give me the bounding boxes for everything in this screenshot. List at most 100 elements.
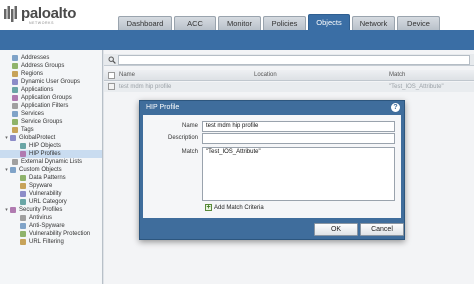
security-profile-icon bbox=[10, 207, 16, 213]
sidebar-item-label: HIP Objects bbox=[29, 143, 61, 149]
sidebar-item-label: Service Groups bbox=[21, 119, 63, 125]
brand-subtitle: NETWORKS bbox=[29, 21, 55, 25]
sidebar-item-hip-profiles[interactable]: HIP Profiles bbox=[0, 150, 102, 158]
sidebar-item-globalprotect[interactable]: ▾ GlobalProtect bbox=[0, 134, 102, 142]
application-icon bbox=[12, 87, 18, 93]
collapse-icon[interactable]: ▾ bbox=[4, 166, 9, 174]
table-row[interactable]: test mdm hip profile "Test_IOS_Attribute… bbox=[104, 82, 474, 92]
sidebar-item-security-profiles[interactable]: ▾ Security Profiles bbox=[0, 206, 102, 214]
name-field[interactable]: test mdm hip profile bbox=[202, 121, 395, 132]
data-pattern-icon bbox=[20, 175, 26, 181]
url-category-icon bbox=[20, 199, 26, 205]
sidebar-item-anti-spyware[interactable]: Anti-Spyware bbox=[0, 222, 102, 230]
sidebar-item-label: Vulnerability Protection bbox=[29, 231, 91, 237]
sidebar-item-label: URL Category bbox=[29, 199, 67, 205]
select-all-checkbox[interactable] bbox=[108, 72, 115, 79]
match-label: Match bbox=[181, 149, 198, 155]
collapse-icon[interactable]: ▾ bbox=[4, 134, 9, 142]
sidebar-item-url-filtering[interactable]: URL Filtering bbox=[0, 238, 102, 246]
sidebar-item-label: HIP Profiles bbox=[29, 151, 61, 157]
globalprotect-icon bbox=[10, 135, 16, 141]
sidebar-item-antivirus[interactable]: Antivirus bbox=[0, 214, 102, 222]
sidebar-item-label: Application Filters bbox=[21, 103, 69, 109]
sidebar-item-label: Antivirus bbox=[29, 215, 53, 221]
external-list-icon bbox=[12, 159, 18, 165]
tab-acc[interactable]: ACC bbox=[174, 16, 216, 30]
row-checkbox[interactable] bbox=[108, 83, 115, 90]
add-icon: + bbox=[205, 204, 212, 211]
spyware-icon bbox=[20, 183, 26, 189]
sidebar-item-applications[interactable]: Applications bbox=[0, 86, 102, 94]
row-name-cell[interactable]: test mdm hip profile bbox=[119, 84, 171, 90]
add-match-criteria-link[interactable]: + Add Match Criteria bbox=[205, 204, 264, 211]
tab-device[interactable]: Device bbox=[397, 16, 440, 30]
dialog-body: Name test mdm hip profile Description Ma… bbox=[143, 115, 401, 218]
address-icon bbox=[12, 55, 18, 61]
object-tree-sidebar: Addresses Address Groups Regions Dynamic Us… bbox=[0, 50, 103, 284]
sidebar-item-label: Security Profiles bbox=[19, 207, 63, 213]
sidebar-item-label: Application Groups bbox=[21, 95, 72, 101]
anti-spyware-icon bbox=[20, 223, 26, 229]
app-header: paloalto NETWORKS Dashboard ACC Monitor … bbox=[0, 0, 474, 30]
sidebar-item-application-filters[interactable]: Application Filters bbox=[0, 102, 102, 110]
sidebar-item-label: Data Patterns bbox=[29, 175, 66, 181]
sidebar-item-service-groups[interactable]: Service Groups bbox=[0, 118, 102, 126]
antivirus-icon bbox=[20, 215, 26, 221]
column-header-location[interactable]: Location bbox=[254, 72, 277, 78]
sidebar-item-label: Spyware bbox=[29, 183, 53, 189]
sidebar-item-label: Custom Objects bbox=[19, 167, 62, 173]
sidebar-item-label: External Dynamic Lists bbox=[21, 159, 83, 165]
paloalto-logo: paloalto NETWORKS bbox=[4, 4, 94, 26]
sidebar-item-label: Applications bbox=[21, 87, 54, 93]
cancel-button[interactable]: Cancel bbox=[360, 223, 404, 236]
service-group-icon bbox=[12, 119, 18, 125]
sidebar-item-label: GlobalProtect bbox=[19, 135, 56, 141]
sidebar-item-label: Vulnerability bbox=[29, 191, 62, 197]
description-field[interactable] bbox=[202, 133, 395, 144]
sidebar-item-label: URL Filtering bbox=[29, 239, 64, 245]
column-header-match[interactable]: Match bbox=[389, 72, 405, 78]
sidebar-item-services[interactable]: Services bbox=[0, 110, 102, 118]
sidebar-item-address-groups[interactable]: Address Groups bbox=[0, 62, 102, 70]
sidebar-item-label: Services bbox=[21, 111, 45, 117]
sidebar-item-addresses[interactable]: Addresses bbox=[0, 54, 102, 62]
sidebar-item-vulnerability-protection[interactable]: Vulnerability Protection bbox=[0, 230, 102, 238]
sidebar-item-data-patterns[interactable]: Data Patterns bbox=[0, 174, 102, 182]
tab-network[interactable]: Network bbox=[352, 16, 395, 30]
sidebar-item-label: Anti-Spyware bbox=[29, 223, 65, 229]
custom-object-icon bbox=[10, 167, 16, 173]
vulnerability-icon bbox=[20, 191, 26, 197]
main-tabs: Dashboard ACC Monitor Policies Objects N… bbox=[118, 14, 440, 30]
sidebar-item-custom-objects[interactable]: ▾ Custom Objects bbox=[0, 166, 102, 174]
sidebar-item-application-groups[interactable]: Application Groups bbox=[0, 94, 102, 102]
sidebar-item-vulnerability[interactable]: Vulnerability bbox=[0, 190, 102, 198]
description-label: Description bbox=[167, 135, 198, 141]
sidebar-item-tags[interactable]: Tags bbox=[0, 126, 102, 134]
address-group-icon bbox=[12, 63, 18, 69]
tab-dashboard[interactable]: Dashboard bbox=[118, 16, 172, 30]
ok-button[interactable]: OK bbox=[314, 223, 358, 236]
match-textarea[interactable]: "Test_IOS_Attribute" bbox=[202, 147, 395, 201]
service-icon bbox=[12, 111, 18, 117]
dialog-title: HIP Profile bbox=[146, 104, 180, 111]
search-icon bbox=[108, 56, 116, 64]
hip-profile-dialog: HIP Profile ? Name test mdm hip profile … bbox=[139, 100, 405, 240]
tab-monitor[interactable]: Monitor bbox=[218, 16, 261, 30]
search-input[interactable] bbox=[118, 55, 470, 65]
sidebar-item-regions[interactable]: Regions bbox=[0, 70, 102, 78]
collapse-icon[interactable]: ▾ bbox=[4, 206, 9, 214]
brand-name: paloalto bbox=[21, 5, 77, 22]
sidebar-item-url-category[interactable]: URL Category bbox=[0, 198, 102, 206]
sidebar-item-label: Address Groups bbox=[21, 63, 65, 69]
tab-policies[interactable]: Policies bbox=[263, 16, 306, 30]
sidebar-item-dynamic-user-groups[interactable]: Dynamic User Groups bbox=[0, 78, 102, 86]
sidebar-item-spyware[interactable]: Spyware bbox=[0, 182, 102, 190]
add-match-criteria-label: Add Match Criteria bbox=[214, 204, 264, 211]
column-header-name[interactable]: Name bbox=[119, 72, 135, 78]
sidebar-item-hip-objects[interactable]: HIP Objects bbox=[0, 142, 102, 150]
tab-objects[interactable]: Objects bbox=[308, 14, 350, 30]
help-icon[interactable]: ? bbox=[391, 103, 400, 112]
row-match-cell: "Test_IOS_Attribute" bbox=[389, 84, 444, 90]
sidebar-item-external-dynamic-lists[interactable]: External Dynamic Lists bbox=[0, 158, 102, 166]
name-label: Name bbox=[181, 123, 198, 129]
